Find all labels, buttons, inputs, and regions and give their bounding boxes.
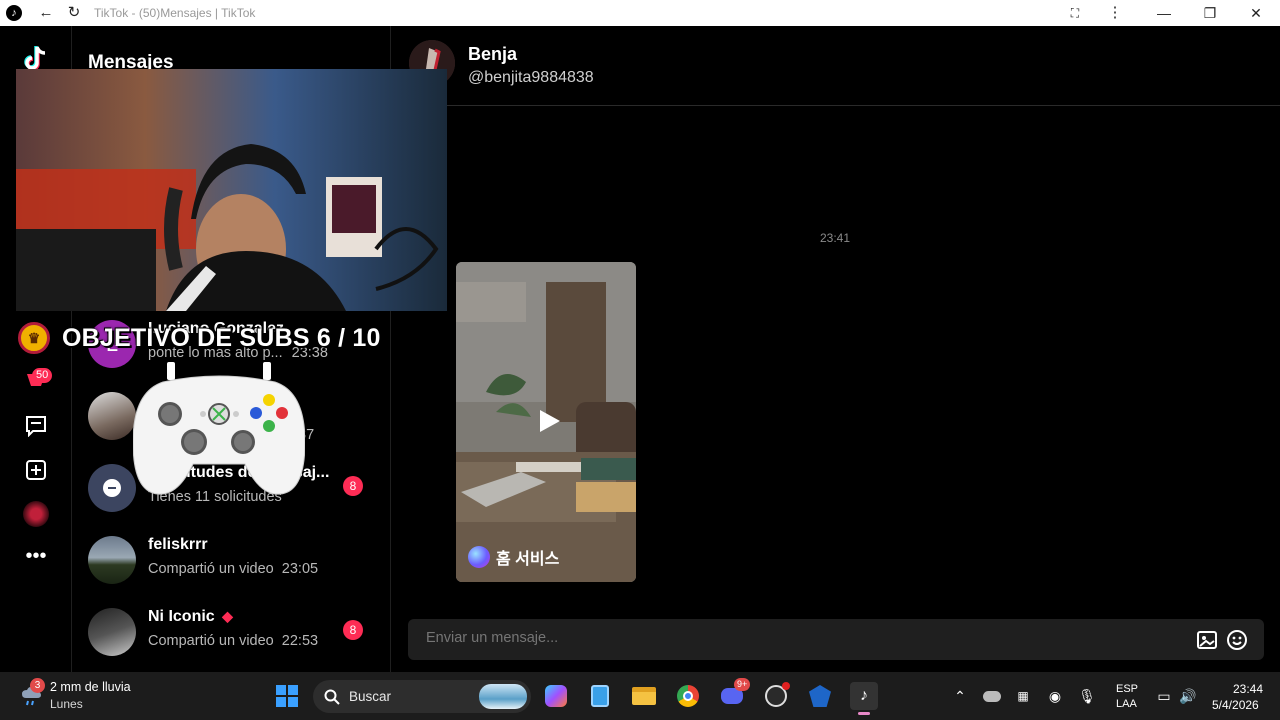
avatar [88, 392, 136, 440]
chat-contact-name: Benja [468, 44, 518, 64]
upload-icon[interactable] [20, 454, 52, 486]
tray-app-icon[interactable]: ▦ [1009, 682, 1037, 710]
preview-time: 23:05 [281, 561, 319, 577]
avatar [88, 536, 136, 584]
weather-temp: 2 mm de lluvia [50, 680, 131, 694]
taskbar-search[interactable]: Buscar [313, 680, 531, 713]
unread-count-badge: 8 [343, 620, 363, 640]
conversation-item[interactable]: Ni Iconic ◆ Compartió un video 22:53 8 [88, 602, 378, 666]
translate-icon[interactable]: ⛶ [1065, 3, 1085, 23]
rocket-league-icon[interactable] [806, 682, 834, 710]
conversation-item[interactable]: feliskrrr Compartió un video 23:05 [88, 530, 378, 594]
discord-badge: 9+ [734, 678, 751, 691]
active-indicator [858, 712, 870, 715]
tiktok-taskbar-icon[interactable]: ♪ [850, 682, 878, 715]
profile-avatar[interactable] [20, 498, 52, 530]
weather-day: Lunes [50, 697, 83, 711]
emoji-icon[interactable] [1226, 629, 1248, 651]
chevron-up-icon[interactable]: ⌃ [946, 682, 974, 710]
tiktok-glyph-icon: ♪ [860, 687, 868, 704]
subs-goal-text: OBJETIVO DE SUBS 6 / 10 [62, 323, 381, 352]
back-icon[interactable]: ← [36, 3, 56, 23]
microphone-icon[interactable]: 🎙 [1073, 682, 1101, 710]
diamond-icon: ◆ [222, 608, 233, 624]
webcam-overlay [16, 69, 447, 311]
more-horizontal-icon[interactable]: ••• [20, 540, 52, 572]
maximize-button[interactable]: ❐ [1199, 3, 1221, 23]
avatar [88, 608, 136, 656]
video-brand: 홈 서비스 [468, 545, 559, 569]
conversation-name: feliskrrr [148, 536, 208, 553]
conversation-name-text: Ni Iconic [148, 608, 215, 625]
message-composer [408, 619, 1264, 660]
search-icon [324, 689, 340, 705]
onedrive-icon[interactable] [978, 682, 1006, 710]
chat-panel: Benja @benjita9884838 23:41 홈 서비스 [391, 26, 1280, 672]
input-layout[interactable]: LAA [1116, 698, 1137, 710]
weather-widget[interactable]: 3 [18, 678, 46, 710]
volume-icon[interactable]: 🔊 [1174, 682, 1202, 710]
file-explorer-icon[interactable] [630, 682, 658, 710]
reload-icon[interactable]: ↻ [64, 3, 84, 23]
chat-contact-handle: @benjita9884838 [468, 69, 594, 86]
webcam-feed [16, 69, 447, 311]
windows-icon [276, 685, 298, 707]
inbox-icon[interactable]: 50 [20, 366, 53, 398]
search-highlight-image [479, 684, 527, 709]
input-language[interactable]: ESP [1116, 683, 1138, 695]
discord-icon[interactable]: 9+ [718, 678, 751, 710]
shared-video-card[interactable]: 홈 서비스 [456, 262, 636, 582]
tab-title: TikTok - (50)Mensajes | TikTok [94, 6, 256, 20]
notepad-icon[interactable] [586, 682, 614, 710]
subs-badge-icon: ♛ [18, 322, 50, 354]
message-input[interactable] [426, 630, 1126, 646]
subs-goal-overlay: ♛ OBJETIVO DE SUBS 6 / 10 [18, 322, 381, 354]
preview-time: 22:53 [281, 633, 319, 649]
tiktok-app-icon: ♪ [6, 5, 22, 21]
conversation-name: Ni Iconic ◆ [148, 608, 233, 626]
weather-badge: 3 [30, 678, 45, 693]
brand-logo-icon [468, 546, 490, 568]
chat-header: Benja @benjita9884838 [391, 26, 1280, 106]
brand-name: 홈 서비스 [496, 551, 560, 568]
preview-text: Compartió un video [148, 633, 274, 649]
recording-dot-icon [782, 682, 790, 690]
obs-icon[interactable] [762, 682, 790, 710]
close-button[interactable]: ✕ [1245, 3, 1267, 23]
copilot-icon[interactable] [542, 682, 570, 710]
unread-count-badge: 8 [343, 476, 363, 496]
browser-titlebar: ♪ ← ↻ TikTok - (50)Mensajes | TikTok ⛶ ⋮… [0, 0, 1280, 26]
steam-icon[interactable]: ◉ [1041, 682, 1069, 710]
search-label: Buscar [349, 689, 392, 704]
message-timestamp: 23:41 [820, 231, 851, 245]
start-button[interactable] [273, 682, 301, 710]
more-vertical-icon[interactable]: ⋮ [1105, 3, 1125, 23]
clock-time[interactable]: 23:44 [1233, 682, 1263, 696]
messages-icon[interactable] [20, 410, 52, 442]
chat-bubble-icon [88, 464, 136, 512]
chrome-icon[interactable] [674, 682, 702, 710]
preview-text: Compartió un video [148, 561, 274, 577]
notification-badge: 50 [32, 368, 53, 383]
image-icon[interactable] [1196, 629, 1218, 651]
clock-date[interactable]: 5/4/2026 [1212, 698, 1259, 712]
taskbar: 3 2 mm de lluvia Lunes Buscar 9+ ♪ ⌃ ▦ ◉… [0, 672, 1280, 720]
conversation-preview: Compartió un video 22:53 [148, 633, 318, 649]
play-icon[interactable] [536, 408, 562, 434]
controller-overlay [133, 362, 305, 495]
conversation-preview: Compartió un video 23:05 [148, 561, 318, 577]
minimize-button[interactable]: — [1153, 3, 1175, 23]
